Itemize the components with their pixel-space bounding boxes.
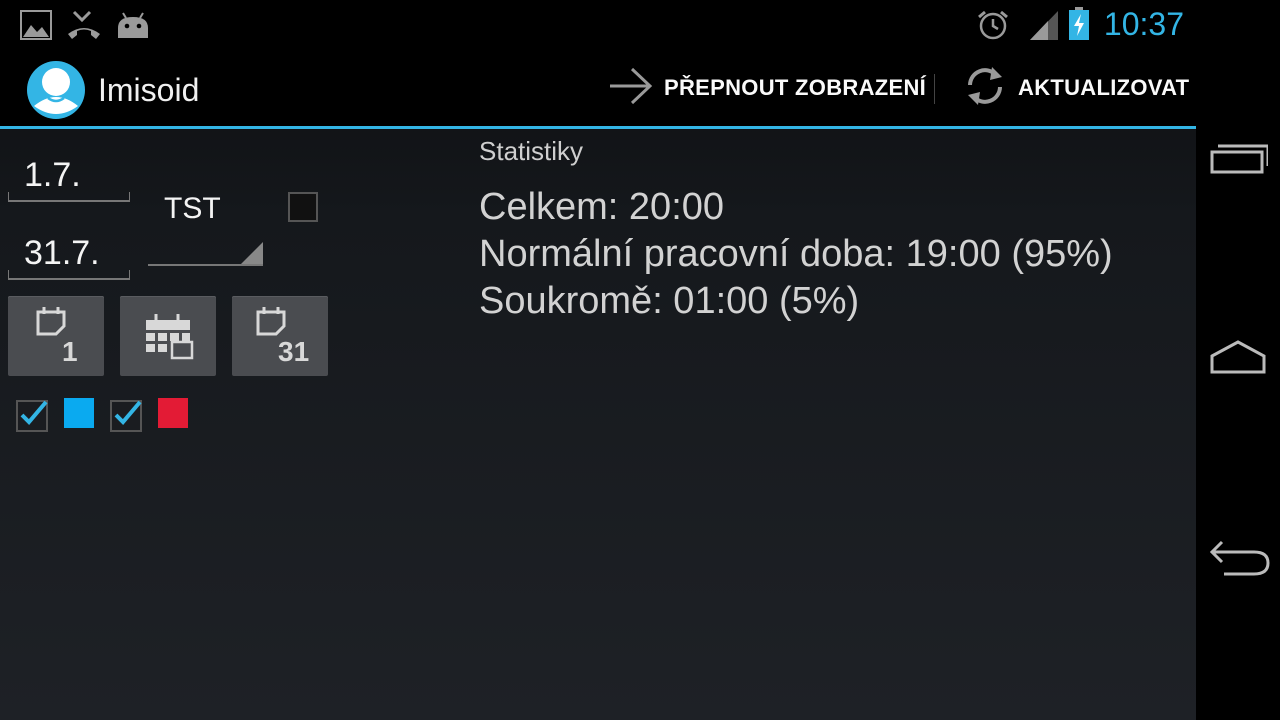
status-clock: 10:37 xyxy=(1103,6,1184,42)
switch-view-button[interactable]: PŘEPNOUT ZOBRAZENÍ xyxy=(608,50,926,126)
home-icon xyxy=(1210,340,1266,374)
android-debug-icon xyxy=(114,10,152,45)
series-2-checkbox[interactable] xyxy=(110,398,142,432)
arrow-right-icon xyxy=(608,66,654,111)
calendar-day-icon xyxy=(36,307,66,336)
home-button[interactable] xyxy=(1196,310,1280,410)
back-button[interactable] xyxy=(1196,510,1280,610)
stats-normal-hours: Normální pracovní doba: 19:00 (95%) xyxy=(479,233,1113,275)
series-1-checkbox[interactable] xyxy=(16,398,48,432)
spinner-value: TST xyxy=(164,192,221,225)
app-title: Imisoid xyxy=(98,72,200,108)
stats-total: Celkem: 20:00 xyxy=(479,186,725,228)
navigation-bar xyxy=(1196,0,1280,720)
signal-icon xyxy=(1028,9,1060,46)
series-1-color-swatch xyxy=(64,398,94,428)
last-day-label: 31 xyxy=(278,336,310,367)
category-spinner[interactable]: TST xyxy=(148,188,263,266)
recent-apps-button[interactable] xyxy=(1196,110,1280,210)
first-day-button[interactable]: 1 xyxy=(8,296,104,376)
action-bar-underline xyxy=(0,126,1196,129)
stats-header: Statistiky xyxy=(479,136,584,166)
app-window: 10:37 Imisoid PŘEPNOUT ZOBRAZENÍ AKTUALI… xyxy=(0,0,1196,720)
status-bar: 10:37 xyxy=(0,0,1196,50)
battery-charging-icon xyxy=(1068,7,1090,46)
spinner-arrow-icon xyxy=(241,242,263,264)
date-to-value: 31.7. xyxy=(24,234,100,272)
missed-call-icon xyxy=(66,10,102,45)
date-to-field[interactable]: 31.7. xyxy=(8,230,130,280)
action-bar: Imisoid PŘEPNOUT ZOBRAZENÍ AKTUALIZOVAT xyxy=(0,50,1196,126)
date-from-value: 1.7. xyxy=(24,156,81,194)
back-icon xyxy=(1209,540,1270,576)
action-divider xyxy=(934,74,935,104)
first-day-label: 1 xyxy=(62,336,78,367)
recent-apps-icon xyxy=(1210,144,1268,174)
tst-checkbox[interactable] xyxy=(288,192,318,222)
refresh-button[interactable]: AKTUALIZOVAT xyxy=(962,50,1189,126)
series-2-color-swatch xyxy=(158,398,188,428)
calendar-month-icon xyxy=(146,314,194,360)
refresh-icon xyxy=(962,63,1008,114)
image-notification-icon xyxy=(20,10,52,45)
alarm-icon xyxy=(976,9,1010,46)
last-day-button[interactable]: 31 xyxy=(232,296,328,376)
stats-private-hours: Soukromě: 01:00 (5%) xyxy=(479,280,860,322)
date-from-field[interactable]: 1.7. xyxy=(8,152,130,202)
month-button[interactable] xyxy=(120,296,216,376)
switch-view-label: PŘEPNOUT ZOBRAZENÍ xyxy=(664,75,927,100)
refresh-label: AKTUALIZOVAT xyxy=(1018,75,1190,100)
app-logo-icon[interactable] xyxy=(26,60,86,125)
